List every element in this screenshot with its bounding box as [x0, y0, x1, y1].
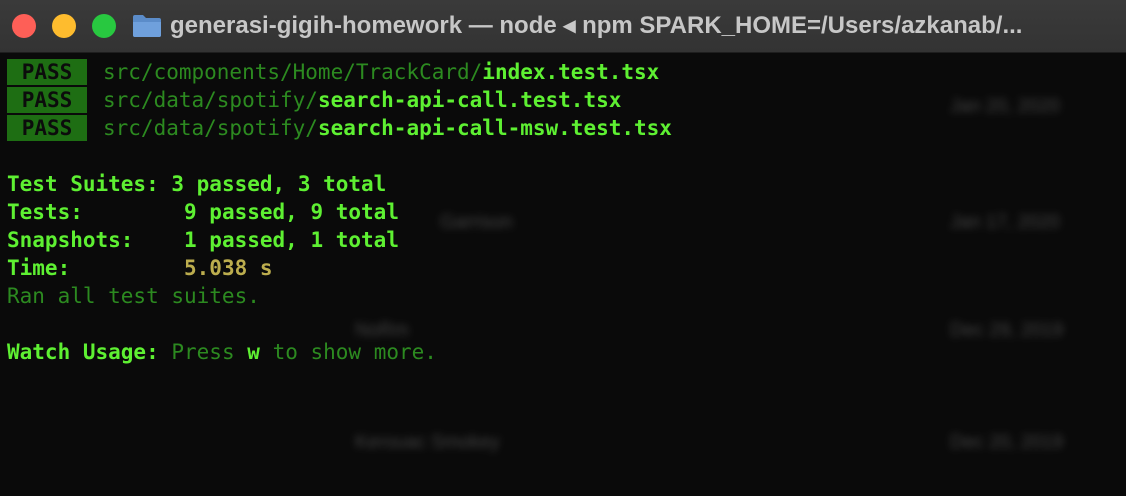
title-bar: × generasi-gigih-homework — node ◂ npm S… — [0, 0, 1126, 53]
pass-badge: PASS — [7, 59, 87, 85]
snapshots-label: Snapshots: — [7, 228, 134, 252]
ran-all-text: Ran all test suites. — [7, 284, 260, 308]
test-result-line: PASS src/data/spotify/search-api-call.tes… — [0, 86, 1126, 114]
suites-total: 3 total — [297, 172, 387, 196]
background-name: Kerouac Smokey — [355, 432, 500, 453]
watch-label: Watch Usage: — [7, 340, 159, 364]
snapshots-passed: 1 passed, — [184, 228, 298, 252]
tests-passed: 9 passed, — [184, 200, 298, 224]
test-file-name: index.test.tsx — [482, 60, 660, 84]
window-title: generasi-gigih-homework — node ◂ npm SPA… — [170, 12, 1023, 39]
pass-badge: PASS — [7, 115, 87, 141]
summary-time-line: Time: 5.038 s — [0, 254, 1126, 282]
watch-press-text: Press — [171, 340, 235, 364]
snapshots-total: 1 total — [310, 228, 399, 252]
suites-label: Test Suites: — [7, 172, 159, 196]
close-button[interactable]: × — [12, 14, 36, 38]
watch-key: w — [247, 340, 260, 364]
time-value: 5.038 s — [184, 256, 273, 280]
tests-label: Tests: — [7, 200, 83, 224]
watch-rest-text: to show more. — [272, 340, 437, 364]
terminal-window: × generasi-gigih-homework — node ◂ npm S… — [0, 0, 1126, 496]
summary-tests-line: Tests: 9 passed, 9 total — [0, 198, 1126, 226]
summary-suites-line: Test Suites: 3 passed, 3 total — [0, 170, 1126, 198]
pass-badge: PASS — [7, 87, 87, 113]
test-result-line: PASS src/components/Home/TrackCard/index.… — [0, 58, 1126, 86]
minimize-button[interactable] — [52, 14, 76, 38]
background-date: Dec 20, 2019 — [950, 432, 1064, 453]
test-file-dir: src/components/Home/TrackCard/ — [103, 60, 483, 84]
tests-total: 9 total — [310, 200, 399, 224]
zoom-button[interactable] — [92, 14, 116, 38]
test-file-dir: src/data/spotify/ — [103, 116, 318, 140]
summary-snapshots-line: Snapshots: 1 passed, 1 total — [0, 226, 1126, 254]
time-label: Time: — [7, 256, 71, 280]
watch-usage-line: Watch Usage: Press w to show more. — [0, 338, 1126, 366]
suites-passed: 3 passed, — [171, 172, 286, 196]
folder-icon — [133, 15, 161, 37]
terminal-output[interactable]: PASS src/components/Home/TrackCard/index.… — [0, 58, 1126, 366]
ran-all-line: Ran all test suites. — [0, 282, 1126, 310]
test-file-name: search-api-call.test.tsx — [317, 88, 622, 112]
test-result-line: PASS src/data/spotify/search-api-call-msw… — [0, 114, 1126, 142]
test-file-dir: src/data/spotify/ — [103, 88, 318, 112]
test-file-name: search-api-call-msw.test.tsx — [317, 116, 672, 140]
